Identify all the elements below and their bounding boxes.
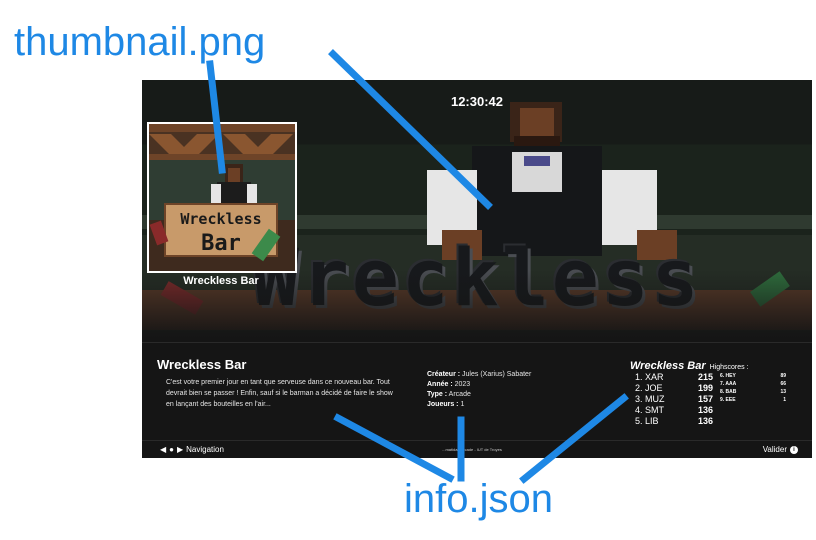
highscore-score: 136	[697, 405, 713, 415]
annotation-info-label: info.json	[404, 477, 553, 521]
hero-background: Wreckless 12:30:42	[142, 80, 812, 338]
highscores-game-name: Wreckless Bar	[630, 360, 706, 372]
highscore-rank: 7. AAA	[720, 381, 737, 387]
players-value: 1	[460, 401, 465, 408]
highscores-top-list: 1. XAR 215 2. JOE 199 3. MUZ 157 4. SMT 136 …	[635, 372, 713, 427]
highscore-row: 3. MUZ 157	[635, 394, 713, 405]
footer-credit: ...matidae Arcade - IUT de Troyes	[442, 447, 502, 452]
highscore-row: 9. EEE 1	[720, 396, 786, 404]
highscore-score: 215	[697, 372, 713, 382]
creator-label: Créateur :	[427, 371, 461, 378]
highscore-rank: 5. LIB	[635, 416, 659, 426]
clock: 12:30:42	[450, 94, 504, 109]
highscore-row: 7. AAA 66	[720, 380, 786, 388]
year-label: Année :	[427, 381, 453, 388]
thumbnail-logo-line1: Wreckless	[180, 210, 261, 228]
arrow-right-icon: ▶	[177, 445, 184, 454]
highscore-rank: 9. EEE	[720, 397, 736, 403]
highscore-rank: 2. JOE	[635, 383, 663, 393]
game-thumbnail[interactable]: Wreckless Bar	[147, 122, 297, 273]
highscore-rank: 6. HEY	[720, 373, 736, 379]
validate-hint[interactable]: Valider i	[763, 445, 798, 454]
highscore-row: 1. XAR 215	[635, 372, 713, 383]
game-metadata: Créateur : Jules (Xarius) Sabater Année …	[427, 370, 531, 410]
game-description: C'est votre premier jour en tant que ser…	[166, 379, 393, 408]
navigation-hint[interactable]: ◀ ● ▶ Navigation	[160, 445, 224, 454]
arrow-left-icon: ◀	[160, 445, 167, 454]
navigation-label: Navigation	[186, 445, 224, 454]
creator-value: Jules (Xarius) Sabater	[462, 371, 532, 378]
highscore-score: 199	[697, 383, 713, 393]
button-icon: i	[790, 445, 798, 454]
validate-label: Valider	[762, 445, 787, 454]
game-info-panel: Wreckless Bar C'est votre premier jour e…	[142, 342, 812, 441]
thumbnail-art: Wreckless Bar	[149, 124, 295, 271]
arcade-launcher-window: Wreckless 12:30:42	[142, 80, 812, 458]
highscore-score: 89	[780, 373, 786, 379]
highscore-rank: 8. BAB	[720, 389, 737, 395]
highscore-score: 66	[780, 381, 786, 387]
thumbnail-logo-line2: Bar	[201, 231, 241, 256]
highscore-row: 6. HEY 89	[720, 372, 786, 380]
type-label: Type :	[427, 391, 448, 398]
user-icon: ●	[169, 445, 174, 454]
type-value: Arcade	[448, 391, 471, 398]
highscores-other-list: 6. HEY 89 7. AAA 66 8. BAB 13 9. EEE 1	[720, 372, 786, 404]
highscore-rank: 3. MUZ	[635, 394, 665, 404]
players-label: Joueurs :	[427, 401, 459, 408]
highscore-row: 2. JOE 199	[635, 383, 713, 394]
highscore-score: 13	[780, 389, 786, 395]
game-title: Wreckless Bar	[157, 357, 247, 372]
highscore-rank: 1. XAR	[635, 372, 664, 382]
highscores-label: Highscores :	[709, 364, 749, 371]
highscore-score: 157	[697, 394, 713, 404]
highscore-row: 8. BAB 13	[720, 388, 786, 396]
annotation-thumbnail-label: thumbnail.png	[14, 20, 266, 64]
highscore-row: 4. SMT 136	[635, 405, 713, 416]
highscore-rank: 4. SMT	[635, 405, 665, 415]
highscore-score: 1	[783, 397, 786, 403]
highscore-score: 136	[697, 416, 713, 426]
highscore-row: 5. LIB 136	[635, 416, 713, 427]
footer-bar: ◀ ● ▶ Navigation ...matidae Arcade - IUT…	[142, 440, 812, 458]
thumbnail-caption: Wreckless Bar	[183, 275, 259, 287]
year-value: 2023	[454, 381, 471, 388]
